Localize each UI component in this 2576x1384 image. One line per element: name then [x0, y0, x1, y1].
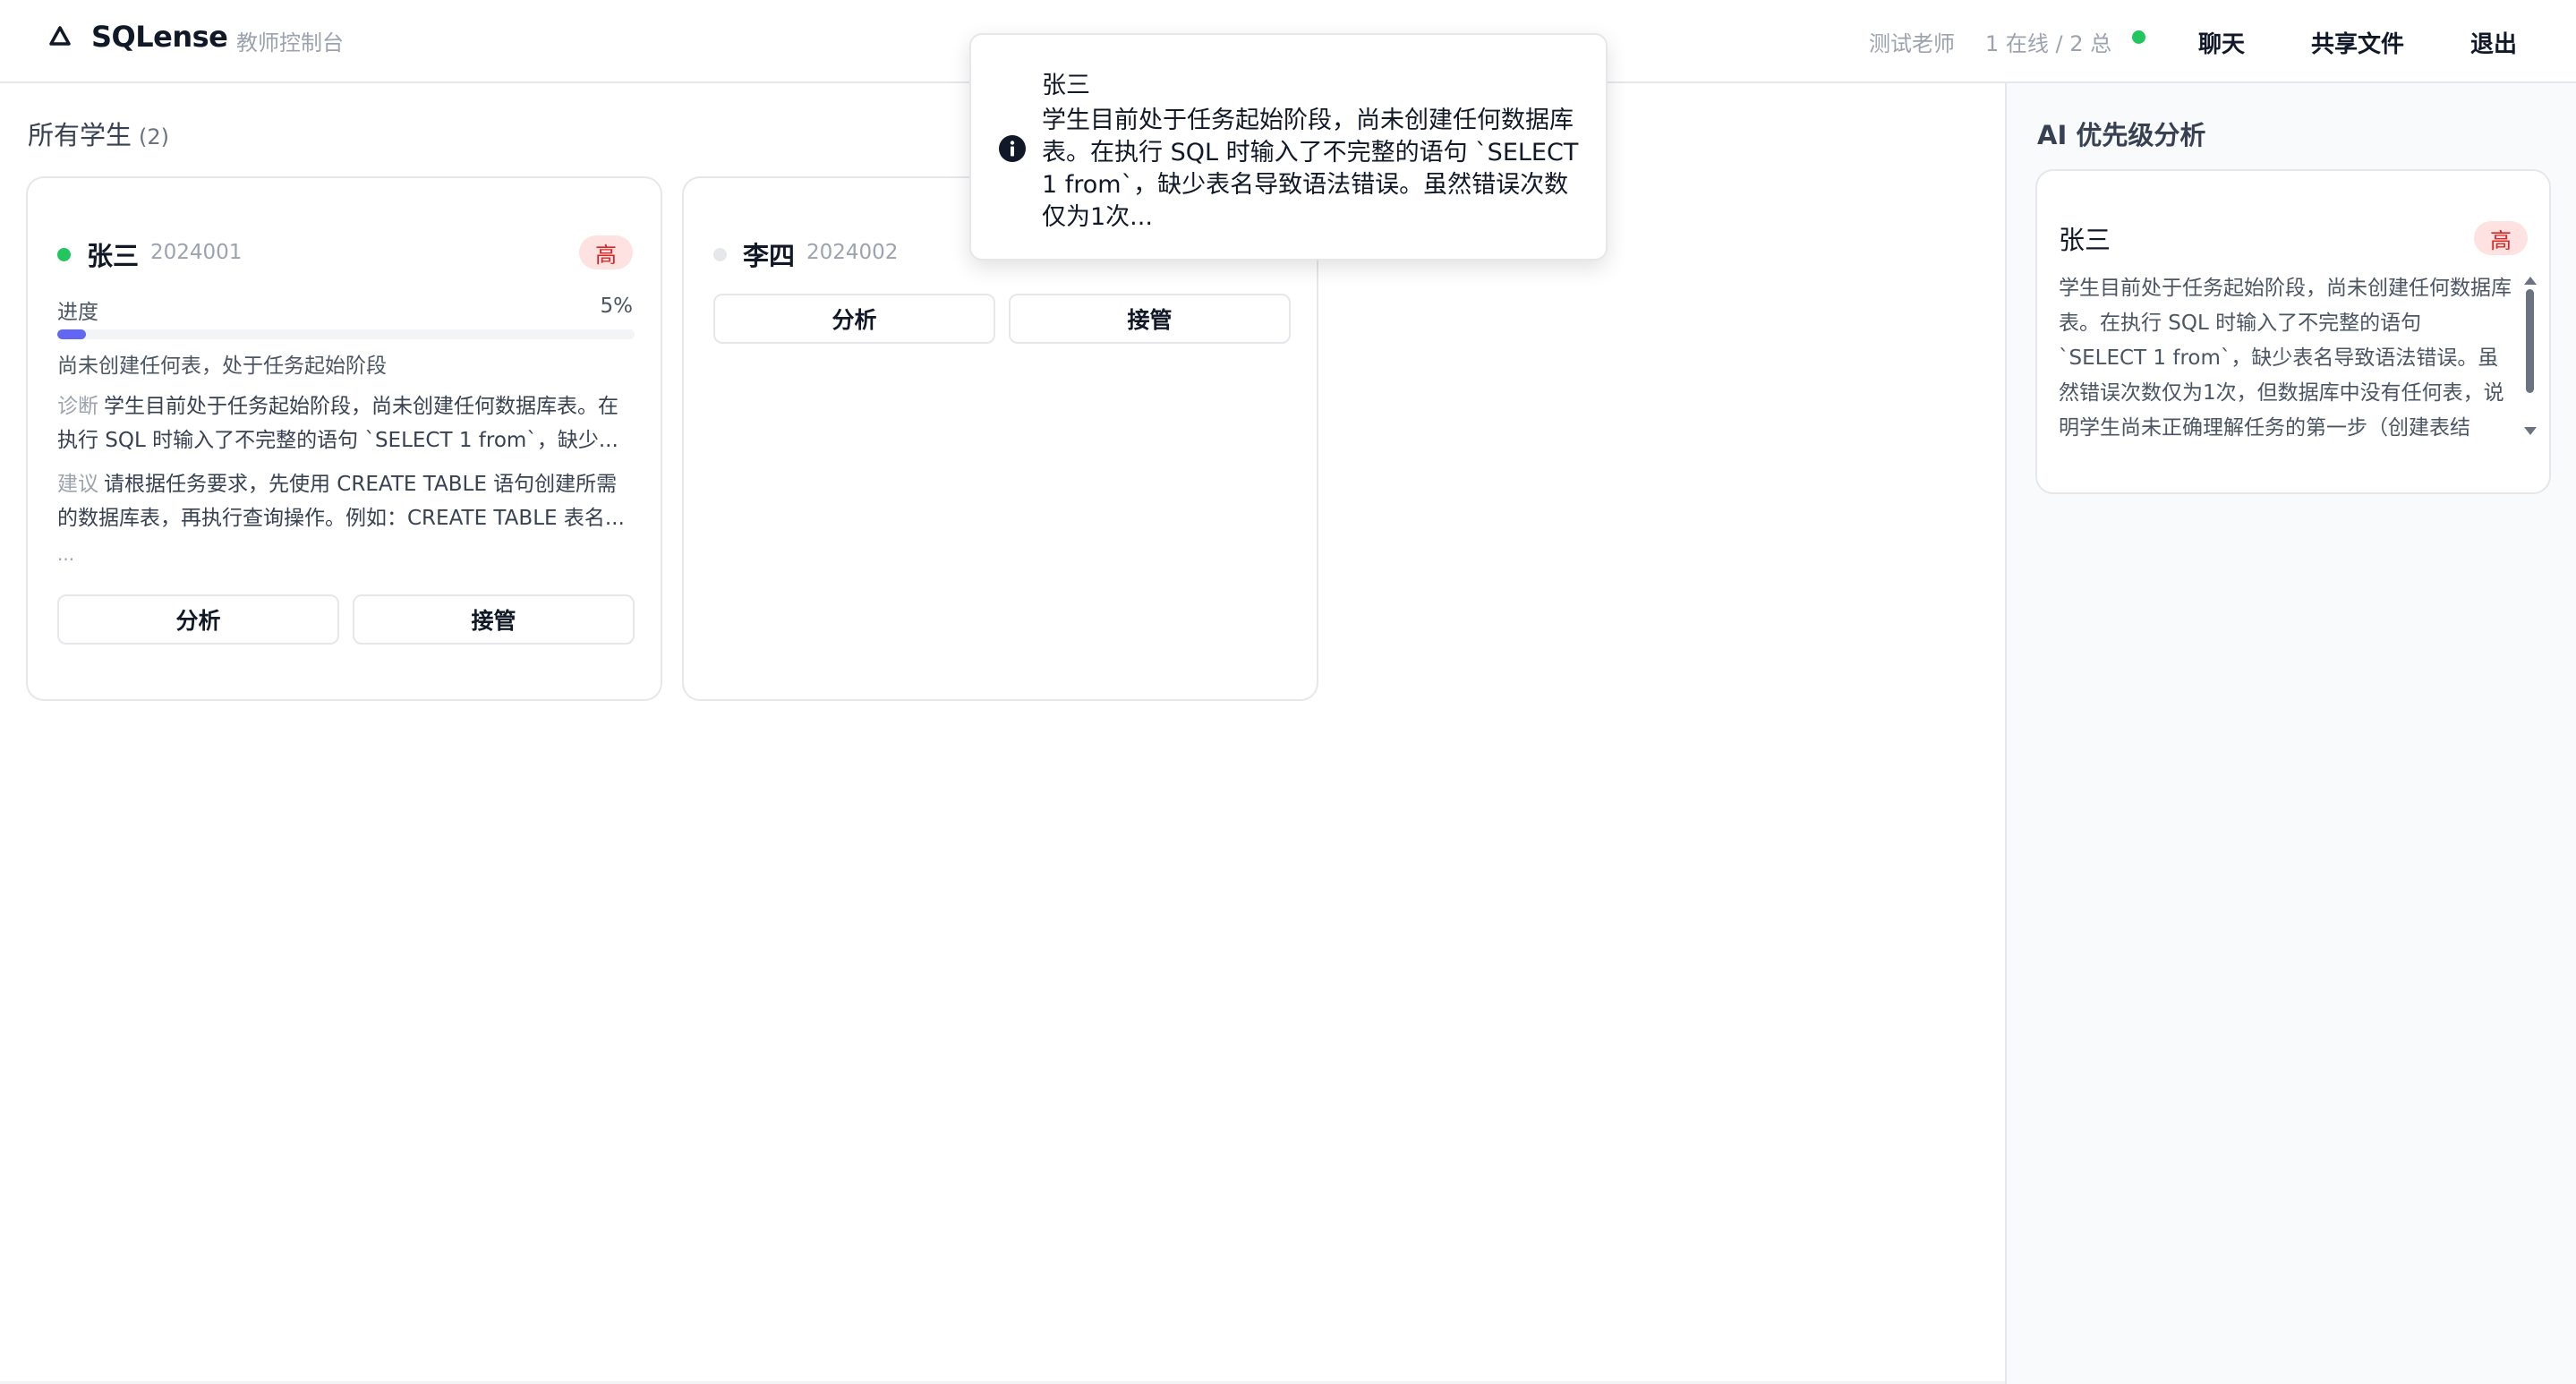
app-subtitle: 教师控制台	[236, 30, 344, 56]
student-id: 2024002	[806, 241, 899, 264]
suggestion-content: 请根据任务要求，先使用 CREATE TABLE 语句创建所需的数据库表，再执行…	[57, 473, 625, 530]
status-summary: 尚未创建任何表，处于任务起始阶段	[57, 355, 387, 378]
student-count: (2)	[139, 124, 170, 150]
ai-analysis-text: 学生目前处于任务起始阶段，尚未创建任何数据库表。在执行 SQL 时输入了不完整的…	[2059, 277, 2512, 440]
section-title-text: 所有学生	[28, 120, 132, 150]
suggestion-label: 建议	[57, 473, 98, 496]
online-indicator-icon	[2132, 30, 2145, 44]
takeover-button[interactable]: 接管	[353, 594, 635, 645]
share-files-button[interactable]: 共享文件	[2307, 21, 2408, 63]
student-name: 张三	[87, 241, 140, 271]
takeover-button[interactable]: 接管	[1009, 294, 1291, 344]
priority-badge: 高	[2474, 221, 2528, 255]
online-status: 1 在线 / 2 总	[1985, 31, 2112, 56]
progress-bar-fill	[57, 329, 87, 339]
diagnosis-label: 诊断	[57, 395, 98, 418]
analyze-button[interactable]: 分析	[57, 594, 339, 645]
panel-title: AI 优先级分析	[2037, 120, 2206, 150]
toast-message: 学生目前处于任务起始阶段，尚未创建任何数据库表。在执行 SQL 时输入了不完整的…	[1042, 107, 1579, 231]
diagnosis-content: 学生目前处于任务起始阶段，尚未创建任何数据库表。在执行 SQL 时输入了不完整的…	[57, 395, 618, 452]
analyze-button[interactable]: 分析	[713, 294, 995, 344]
ai-priority-panel: AI 优先级分析 张三 高 学生目前处于任务起始阶段，尚未创建任何数据库表。在执…	[2005, 83, 2576, 1384]
chat-button[interactable]: 聊天	[2195, 21, 2248, 63]
students-section-title: 所有学生 (2)	[28, 115, 169, 152]
diagnosis-text: 诊断 学生目前处于任务起始阶段，尚未创建任何数据库表。在执行 SQL 时输入了不完…	[57, 389, 635, 457]
ai-student-name: 张三	[2059, 225, 2111, 255]
student-name: 李四	[743, 241, 796, 271]
scroll-down-icon[interactable]	[2524, 427, 2537, 435]
scrollbar-thumb[interactable]	[2526, 289, 2534, 393]
student-card: 张三 2024001 高 进度 5% 尚未创建任何表，处于任务起始阶段 诊断 学生…	[26, 176, 662, 701]
app-name: SQLense	[91, 20, 228, 54]
more-indicator[interactable]: ...	[57, 543, 74, 565]
priority-badge: 高	[579, 235, 633, 269]
offline-status-icon	[713, 248, 727, 261]
online-status-icon	[57, 248, 71, 261]
logout-button[interactable]: 退出	[2467, 21, 2521, 63]
progress-label: 进度	[57, 301, 98, 324]
suggestion-text: 建议 请根据任务要求，先使用 CREATE TABLE 语句创建所需的数据库表，再…	[57, 467, 635, 535]
scroll-up-icon[interactable]	[2524, 277, 2537, 285]
notification-toast[interactable]: 张三 学生目前处于任务起始阶段，尚未创建任何数据库表。在执行 SQL 时输入了不…	[969, 33, 1608, 261]
toast-title: 张三	[1042, 72, 1090, 99]
progress-percent: 5%	[600, 295, 634, 318]
progress-bar	[57, 329, 635, 339]
ai-analysis-card[interactable]: 张三 高 学生目前处于任务起始阶段，尚未创建任何数据库表。在执行 SQL 时输入…	[2035, 169, 2551, 494]
info-icon	[999, 135, 1026, 162]
student-id: 2024001	[150, 241, 243, 264]
logo-icon	[49, 26, 71, 46]
teacher-name: 测试老师	[1869, 31, 1955, 56]
